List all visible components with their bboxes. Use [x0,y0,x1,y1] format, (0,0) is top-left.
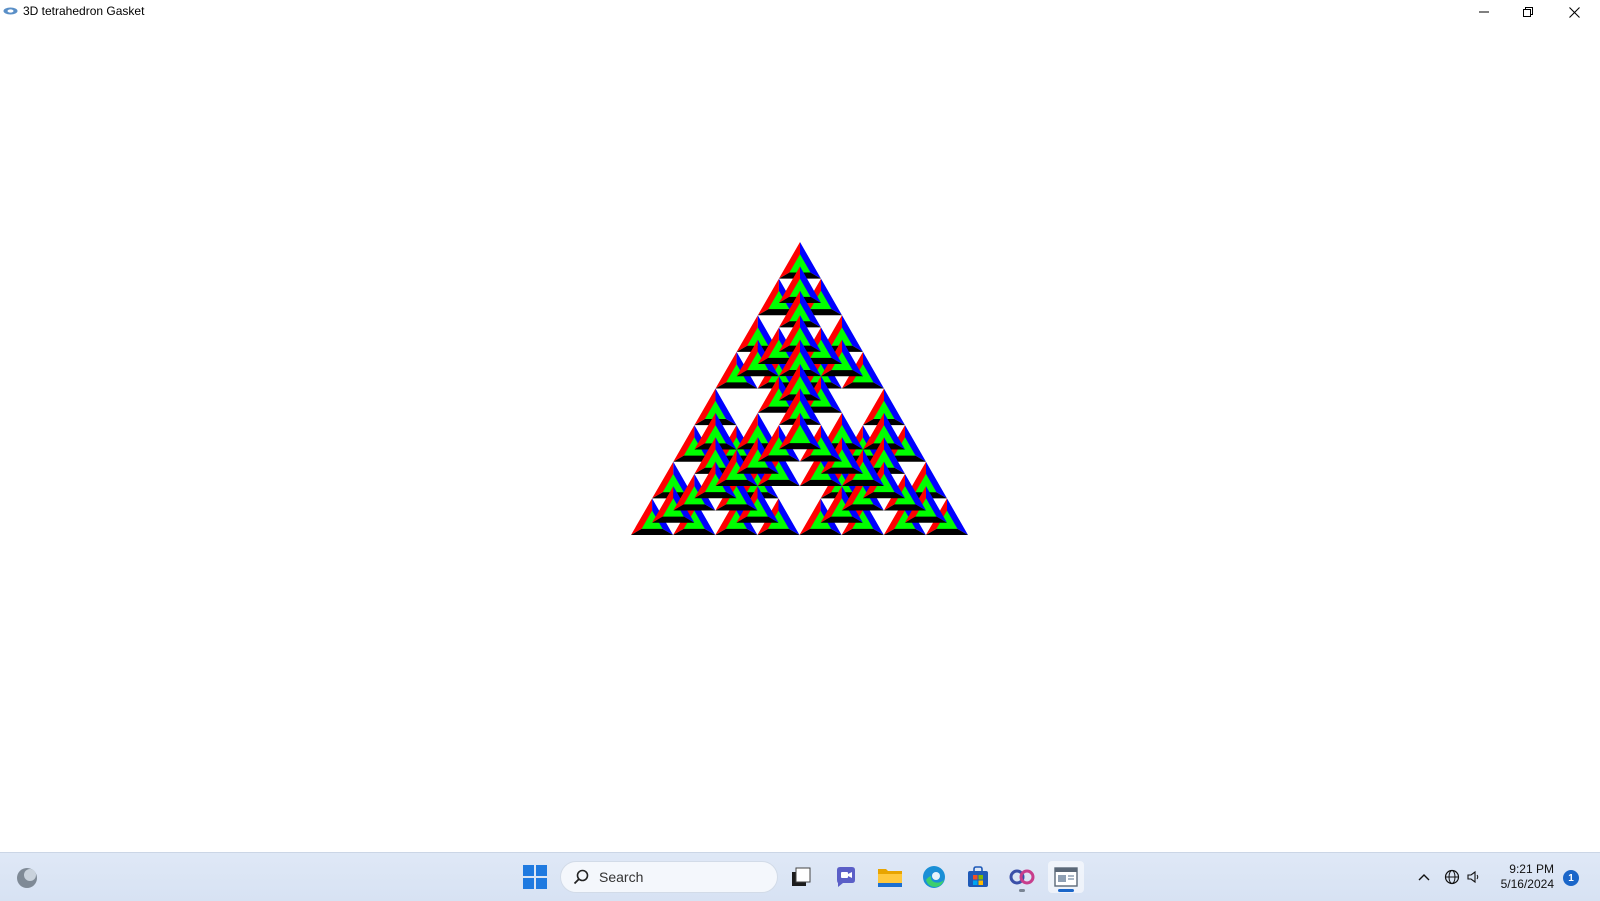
search-box[interactable]: Search [560,861,778,893]
show-hidden-icons-button[interactable] [1414,865,1434,889]
clock-time: 9:21 PM [1509,862,1554,876]
gasket-window-icon [1054,867,1078,887]
active-indicator [1058,889,1074,892]
chat-button[interactable] [828,861,864,893]
taskbar: Search 9:21 PM 5/16/2024 1 [0,852,1600,901]
chevron-up-icon [1418,874,1430,881]
tetrahedron-gasket [631,242,968,535]
search-placeholder: Search [599,869,644,885]
task-view-button[interactable] [783,861,819,893]
volume-button[interactable] [1464,865,1484,889]
store-icon [968,866,988,887]
start-icon [523,865,547,889]
edge-icon [923,866,945,888]
file-explorer-icon [878,869,902,887]
minimize-button[interactable] [1462,0,1506,24]
minimize-icon [1479,11,1489,13]
search-icon [573,869,589,885]
chat-icon [837,867,855,887]
pinned-app-button[interactable] [1004,861,1040,893]
file-explorer-button[interactable] [872,861,908,893]
running-indicator [1019,889,1025,892]
gasket-window-button[interactable] [1048,861,1084,893]
edge-button[interactable] [916,861,952,893]
start-button[interactable] [522,864,548,890]
restore-button[interactable] [1506,0,1550,24]
clock-date: 5/16/2024 [1500,877,1554,891]
clock[interactable]: 9:21 PM 5/16/2024 [1490,862,1554,892]
task-view-icon [792,867,811,886]
render-area [0,24,1600,852]
app-icon [3,7,18,15]
restore-icon [1523,7,1533,17]
speaker-icon [1467,870,1479,884]
title-bar: 3D tetrahedron Gasket [0,0,1600,24]
widgets-icon [17,868,37,888]
widgets-button[interactable] [14,865,40,891]
infinity-app-icon [1009,869,1035,885]
network-button[interactable] [1442,865,1462,889]
store-button[interactable] [960,861,996,893]
notification-badge[interactable]: 1 [1563,870,1579,886]
window-title: 3D tetrahedron Gasket [23,4,145,18]
close-button[interactable] [1552,0,1596,24]
close-icon [1568,6,1580,18]
globe-icon [1444,869,1460,885]
